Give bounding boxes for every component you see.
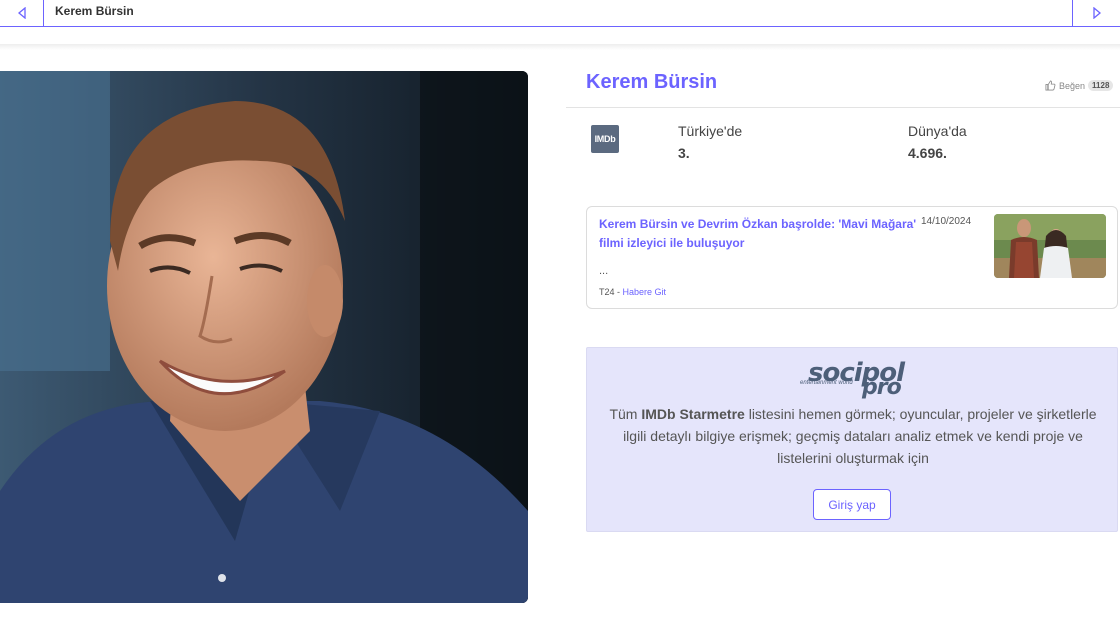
login-button[interactable]: Giriş yap [813,489,891,520]
turkey-rank-value: 3. [678,145,690,161]
top-nav-bar: Kerem Bürsin [0,0,1120,27]
socipol-pro-logo: socipol entertainment world pro [800,358,910,404]
next-button[interactable] [1072,0,1120,26]
news-source: T24 - Habere Git [599,287,666,297]
thumbs-up-icon [1045,80,1056,91]
logo-pro-text: pro [862,375,902,400]
world-rank-value: 4.696. [908,145,947,161]
news-thumbnail[interactable] [994,214,1106,278]
triangle-left-icon [17,7,26,19]
person-name: Kerem Bürsin [586,71,718,93]
news-excerpt: ... [599,265,609,277]
promo-text-start: Tüm [609,406,642,422]
promo-text-imdb: IMDb Starmetre [641,406,745,422]
triangle-right-icon [1092,7,1101,19]
like-label: Beğen [1059,80,1086,91]
go-to-news-link[interactable]: Habere Git [623,287,667,297]
news-date: 14/10/2024 [921,216,972,227]
news-card: Kerem Bürsin ve Devrim Özkan başrolde: '… [586,206,1118,309]
news-title-link[interactable]: Kerem Bürsin ve Devrim Özkan başrolde: '… [599,215,917,253]
socipol-pro-promo: socipol entertainment world pro Tüm IMDb… [586,347,1118,532]
like-count-badge: 1128 [1088,80,1114,91]
world-rank-label: Dünya'da [908,123,967,139]
turkey-rank-label: Türkiye'de [678,123,743,139]
promo-description: Tüm IMDb Starmetre listesini hemen görme… [601,403,1105,469]
logo-sub-text: entertainment world [800,380,853,386]
like-button[interactable]: Beğen 1128 [1045,80,1114,91]
person-photo [0,71,528,603]
imdb-logo: IMDb [591,125,619,153]
prev-button[interactable] [0,0,44,26]
breadcrumb-title: Kerem Bürsin [55,4,134,18]
header-divider [0,44,1120,50]
news-source-name: T24 - [599,287,623,297]
section-divider [566,107,1120,108]
